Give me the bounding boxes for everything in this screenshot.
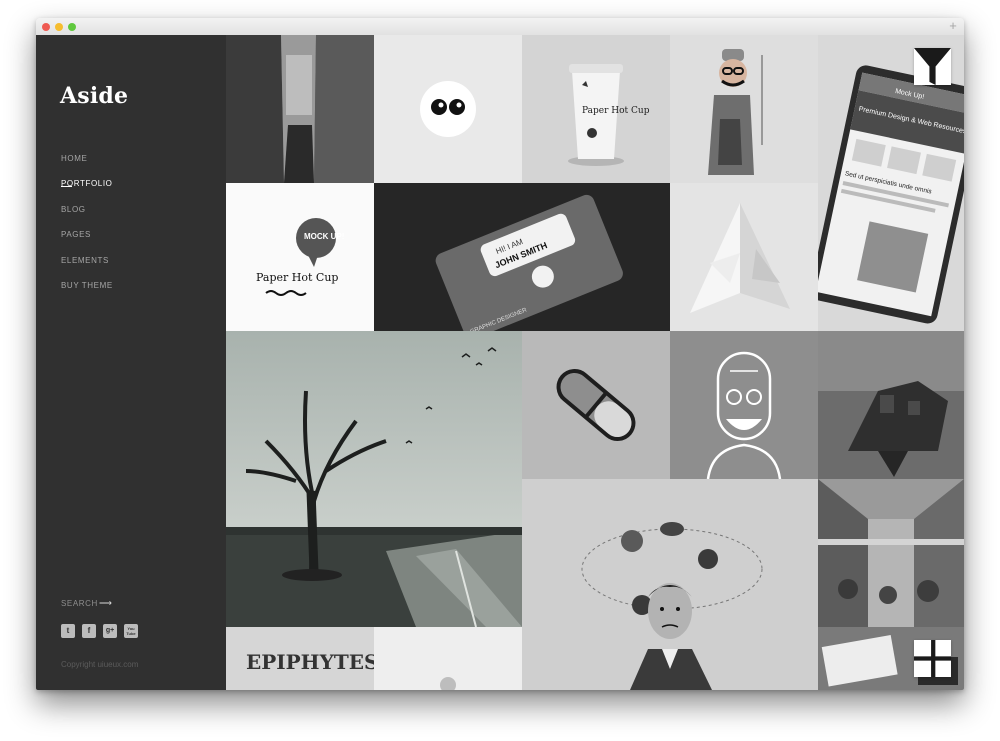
- browser-titlebar: +: [36, 18, 964, 36]
- portfolio-item-epiphytes[interactable]: EPIPHYTES: [226, 627, 374, 690]
- portfolio-item-business-card[interactable]: HI! I AM JOHN SMITH GRAPHIC DESIGNER: [374, 183, 670, 331]
- market-street-image: [818, 479, 964, 627]
- lonely-tree-image: [226, 331, 522, 627]
- portfolio-item-bald-man[interactable]: [670, 331, 818, 479]
- site-logo[interactable]: Aside: [60, 83, 128, 109]
- floating-city-image: [818, 331, 964, 479]
- menu-item-buy-theme[interactable]: BUY THEME: [61, 275, 113, 300]
- menu-item-pages[interactable]: PAGES: [61, 224, 113, 249]
- browser-window: + Aside HOME PORTFOLIO BLOG PAGES ELEMEN…: [36, 18, 964, 690]
- twitter-icon[interactable]: t: [61, 624, 75, 638]
- mockup-logo-image: MOCK UP! Paper Hot Cup: [226, 183, 374, 331]
- menu-item-elements[interactable]: ELEMENTS: [61, 250, 113, 275]
- thinking-man-illustration: [522, 479, 818, 690]
- menu-item-label[interactable]: BUY THEME: [61, 281, 113, 290]
- menu-item-label[interactable]: PAGES: [61, 230, 91, 239]
- portfolio-grid: Paper Hot Cup Mock Up! Premium Design & …: [226, 35, 964, 690]
- portfolio-item-hipster[interactable]: [670, 35, 818, 183]
- sidebar: Aside HOME PORTFOLIO BLOG PAGES ELEMENTS…: [36, 35, 226, 690]
- portfolio-item-tree[interactable]: [226, 331, 522, 627]
- load-more-button[interactable]: [914, 640, 951, 677]
- plus-icon: [914, 640, 951, 677]
- menu-item-label[interactable]: BLOG: [61, 205, 86, 214]
- cartoon-eyes-image: [374, 35, 522, 183]
- portfolio-item-eyes[interactable]: [374, 35, 522, 183]
- cup-label: Paper Hot Cup: [582, 106, 650, 116]
- google-plus-icon[interactable]: g+: [103, 624, 117, 638]
- close-window-button[interactable]: [42, 23, 50, 31]
- portfolio-item-disc[interactable]: [374, 627, 522, 690]
- portfolio-item-paper-cup[interactable]: Paper Hot Cup: [522, 35, 670, 183]
- menu-item-portfolio[interactable]: PORTFOLIO: [61, 173, 113, 198]
- mockup-text: MOCK UP!: [304, 232, 344, 241]
- facebook-icon[interactable]: f: [82, 624, 96, 638]
- portfolio-item-floating-city[interactable]: [818, 331, 964, 479]
- portfolio-item-architecture[interactable]: [226, 35, 374, 183]
- portfolio-item-market[interactable]: [818, 479, 964, 627]
- filter-button[interactable]: [914, 48, 951, 85]
- bald-man-illustration: [670, 331, 818, 479]
- filter-icon: [914, 48, 951, 85]
- arrow-right-icon: ⟶: [99, 598, 113, 608]
- cup-brand-text: Paper Hot Cup: [256, 271, 338, 284]
- search-button[interactable]: SEARCH ⟶: [61, 598, 112, 608]
- menu-item-label[interactable]: HOME: [61, 154, 87, 163]
- portfolio-item-pyramid[interactable]: [670, 183, 818, 331]
- minimize-window-button[interactable]: [55, 23, 63, 31]
- pill-image: [522, 331, 670, 479]
- portfolio-item-thinking-man[interactable]: [522, 479, 818, 690]
- menu-item-label[interactable]: PORTFOLIO: [61, 179, 112, 188]
- paper-cup-image: Paper Hot Cup: [522, 35, 670, 183]
- portfolio-item-cards[interactable]: [818, 627, 964, 690]
- youtube-icon[interactable]: You Tube: [124, 624, 138, 638]
- architecture-image: [226, 35, 374, 183]
- main-menu: HOME PORTFOLIO BLOG PAGES ELEMENTS BUY T…: [61, 148, 113, 300]
- hipster-character-image: [670, 35, 818, 183]
- portfolio-item-mockup-logo[interactable]: MOCK UP! Paper Hot Cup: [226, 183, 374, 331]
- epiphytes-image: EPIPHYTES: [226, 627, 374, 690]
- portfolio-item-phone-mockup[interactable]: Mock Up! Premium Design & Web Resources …: [818, 35, 964, 331]
- portfolio-item-pill[interactable]: [522, 331, 670, 479]
- copyright-text: Copyright uiueux.com: [61, 660, 139, 669]
- menu-item-blog[interactable]: BLOG: [61, 199, 113, 224]
- search-label: SEARCH: [61, 599, 98, 608]
- menu-item-label[interactable]: ELEMENTS: [61, 256, 109, 265]
- menu-item-home[interactable]: HOME: [61, 148, 113, 173]
- maximize-window-button[interactable]: [68, 23, 76, 31]
- new-tab-icon[interactable]: +: [946, 18, 960, 35]
- paper-pyramid-image: [670, 183, 818, 331]
- disc-image: [374, 627, 522, 690]
- business-card-image: HI! I AM JOHN SMITH GRAPHIC DESIGNER: [374, 183, 670, 331]
- epiphytes-text: EPIPHYTES: [246, 650, 374, 674]
